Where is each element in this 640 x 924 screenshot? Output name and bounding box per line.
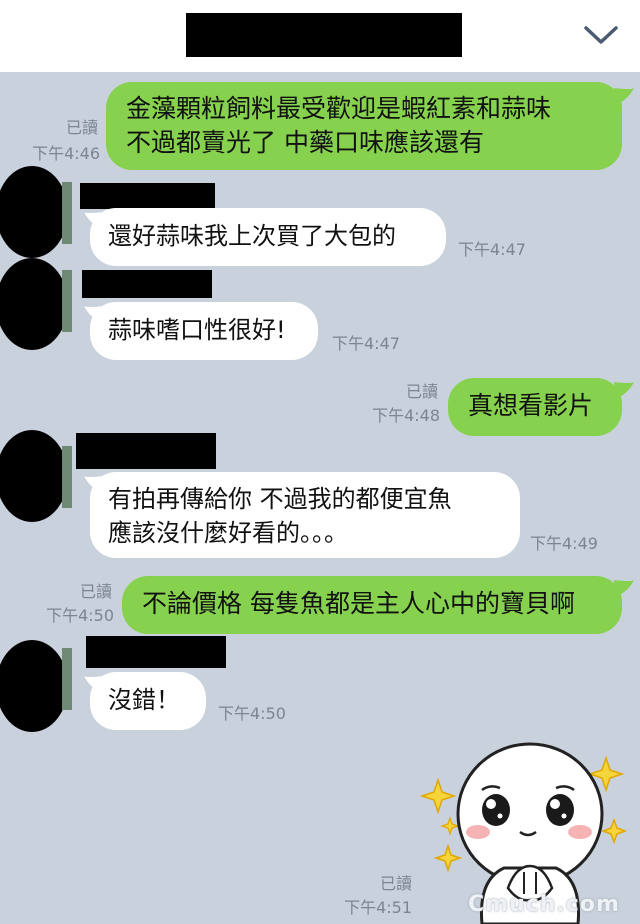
message-time: 下午4:51 xyxy=(344,898,412,917)
incoming-message-bubble[interactable]: 蒜味嗜口性很好! xyxy=(90,302,318,360)
message-line: 金藻顆粒飼料最受歡迎是蝦紅素和蒜味 xyxy=(126,94,552,123)
message-line: 真想看影片 xyxy=(468,391,594,420)
read-receipt: 已讀 xyxy=(65,118,98,137)
bubble-tail xyxy=(84,212,104,230)
message-time: 下午4:50 xyxy=(46,606,114,625)
message-line: 還好蒜味我上次買了大包的 xyxy=(108,222,396,250)
avatar-photo-edge xyxy=(62,270,72,332)
bubble-tail xyxy=(614,382,634,400)
message-line: 沒錯！ xyxy=(108,686,180,714)
bubble-tail xyxy=(614,580,634,598)
message-time: 下午4:50 xyxy=(218,704,286,723)
message-line: 不過都賣光了 中藥口味應該還有 xyxy=(126,128,484,157)
outgoing-message-bubble[interactable]: 真想看影片 xyxy=(448,378,622,436)
message-line: 應該沒什麼好看的。。。 xyxy=(108,519,348,547)
message-time: 下午4:49 xyxy=(530,534,598,553)
bubble-tail xyxy=(84,476,104,494)
read-receipt: 已讀 xyxy=(405,382,438,401)
outgoing-message-bubble[interactable]: 不論價格 每隻魚都是主人心中的寶貝啊 xyxy=(122,576,622,634)
bubble-tail xyxy=(614,88,634,106)
redacted-sender-name xyxy=(80,183,215,209)
redacted-sender-name xyxy=(86,636,226,668)
message-time: 下午4:47 xyxy=(332,334,400,353)
avatar-photo-edge xyxy=(62,182,72,244)
message-time: 下午4:47 xyxy=(458,240,526,259)
watermark: Cmuch.com xyxy=(468,892,620,917)
redacted-sender-name xyxy=(76,433,216,469)
redacted-sender-name xyxy=(82,270,212,298)
incoming-message-bubble[interactable]: 還好蒜味我上次買了大包的 xyxy=(90,208,446,266)
read-receipt: 已讀 xyxy=(379,874,412,893)
read-receipt: 已讀 xyxy=(79,582,112,601)
chat-header xyxy=(0,0,640,72)
incoming-message-bubble[interactable]: 有拍再傳給你 不過我的都便宜魚 應該沒什麼好看的。。。 xyxy=(90,472,520,558)
message-line: 蒜味嗜口性很好! xyxy=(108,316,286,344)
bubble-tail xyxy=(84,306,104,324)
avatar-photo-edge xyxy=(62,648,72,710)
outgoing-message-bubble[interactable]: 金藻顆粒飼料最受歡迎是蝦紅素和蒜味 不過都賣光了 中藥口味應該還有 xyxy=(106,82,622,170)
message-line: 不論價格 每隻魚都是主人心中的寶貝啊 xyxy=(142,589,575,618)
message-time: 下午4:46 xyxy=(32,144,100,163)
message-time: 下午4:48 xyxy=(372,406,440,425)
avatar-photo-edge xyxy=(62,446,72,508)
redacted-chat-title xyxy=(186,13,462,57)
bubble-tail xyxy=(84,676,104,694)
message-line: 有拍再傳給你 不過我的都便宜魚 xyxy=(108,485,452,513)
incoming-message-bubble[interactable]: 沒錯！ xyxy=(90,672,206,730)
chevron-down-icon[interactable] xyxy=(582,22,620,48)
